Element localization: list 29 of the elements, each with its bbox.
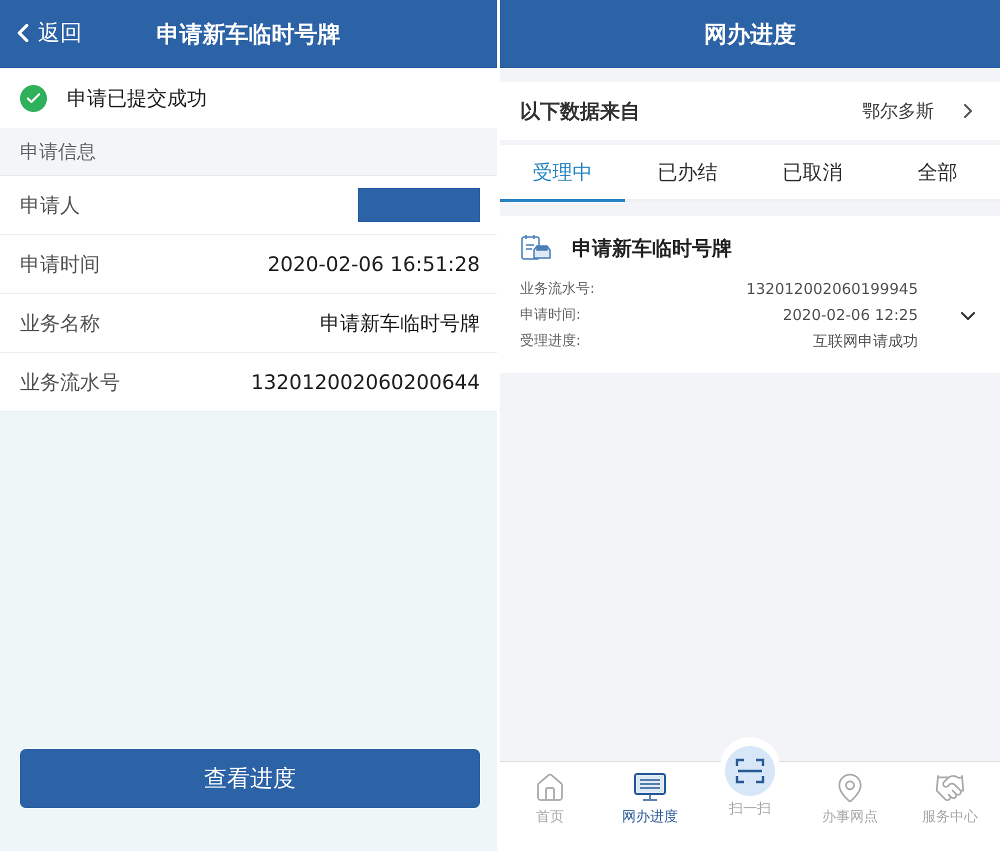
page-title: 网办进度: [704, 20, 796, 50]
status-text: 申请已提交成功: [67, 84, 207, 112]
row-label: 申请时间: [20, 250, 100, 278]
field-label: 受理进度:: [520, 332, 581, 351]
card-title: 申请新车临时号牌: [572, 234, 732, 262]
section-header: 申请信息: [0, 128, 497, 176]
row-label: 业务流水号: [20, 368, 120, 396]
field-label: 业务流水号:: [520, 280, 595, 298]
source-value: 鄂尔多斯: [862, 100, 934, 123]
home-icon: [534, 772, 566, 804]
back-button[interactable]: 返回: [8, 18, 82, 48]
field-value: 2020-02-06 12:25: [782, 306, 918, 324]
document-car-icon: [520, 234, 554, 262]
monitor-icon: [633, 772, 667, 804]
field-label: 申请时间:: [520, 306, 581, 324]
row-value: 2020-02-06 16:51:28: [268, 252, 480, 276]
source-label: 以下数据来自: [520, 98, 641, 124]
scan-icon: [725, 746, 775, 796]
field-value: 132012002060199945: [746, 280, 918, 298]
nav-item[interactable]: 网办进度: [600, 762, 700, 851]
handshake-icon: [934, 772, 966, 804]
row-label: 申请人: [20, 192, 80, 218]
field-value: 互联网申请成功: [813, 332, 918, 351]
row-value: 132012002060200644: [250, 370, 480, 394]
page-title: 申请新车临时号牌: [156, 20, 340, 50]
source-row[interactable]: 以下数据来自 鄂尔多斯: [500, 82, 1000, 140]
view-progress-button[interactable]: 查看进度: [20, 749, 480, 808]
row-label: 业务名称: [20, 310, 100, 336]
row-value: 申请新车临时号牌: [320, 310, 480, 336]
